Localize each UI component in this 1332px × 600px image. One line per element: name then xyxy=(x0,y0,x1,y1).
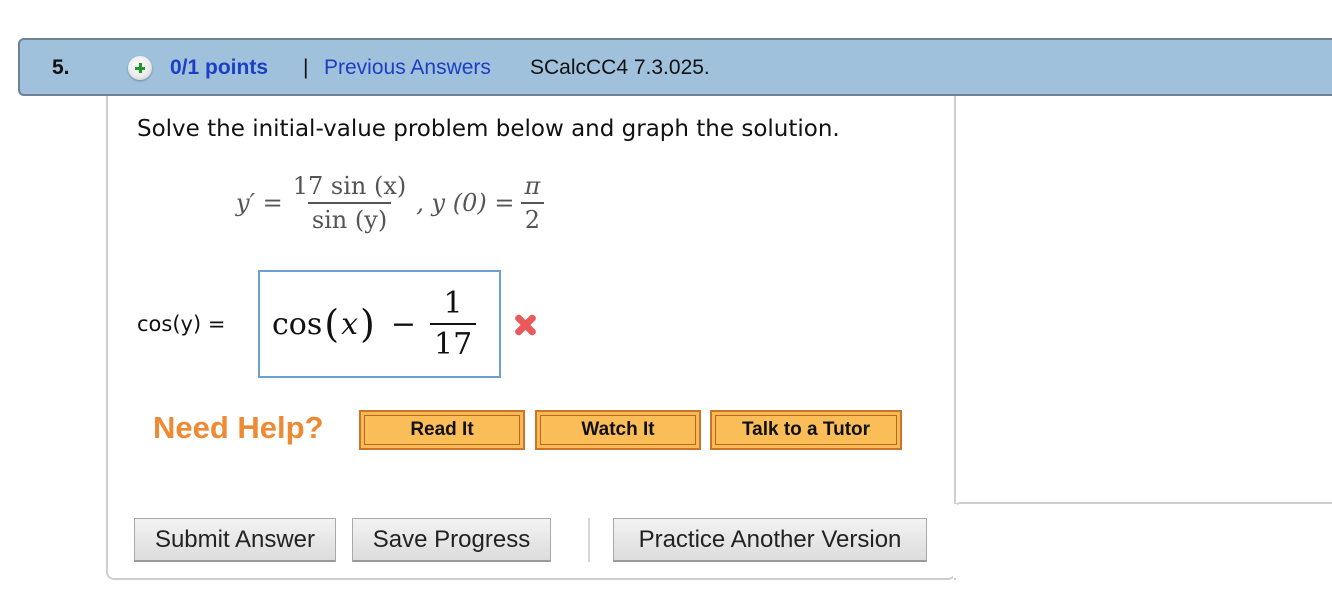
adjacent-panel-frame xyxy=(954,502,1332,580)
equation-denominator: sin (y) xyxy=(307,202,392,234)
need-help-heading: Need Help? xyxy=(153,410,324,445)
previous-answers-link[interactable]: Previous Answers xyxy=(324,56,491,80)
problem-equation: y′ = 17 sin (x) sin (y) , y (0) = π 2 xyxy=(236,160,550,246)
plus-circle-icon[interactable] xyxy=(128,56,152,80)
submit-answer-button[interactable]: Submit Answer xyxy=(134,518,336,562)
question-number: 5. xyxy=(52,56,70,79)
save-progress-button[interactable]: Save Progress xyxy=(352,518,551,562)
watch-it-label: Watch It xyxy=(540,415,696,445)
read-it-label: Read It xyxy=(364,415,520,445)
answer-frac-den: 17 xyxy=(429,323,477,362)
condition-numerator: π xyxy=(524,172,541,200)
points-link[interactable]: 0/1 points xyxy=(170,56,268,80)
initial-condition-fraction: π 2 xyxy=(520,172,544,234)
answer-fraction: 1 17 xyxy=(429,286,477,362)
answer-minus: − xyxy=(390,306,416,342)
talk-to-tutor-button[interactable]: Talk to a Tutor xyxy=(710,410,902,450)
frame-joint xyxy=(953,504,957,578)
button-divider xyxy=(588,518,590,562)
talk-to-tutor-label: Talk to a Tutor xyxy=(715,415,897,445)
answer-input[interactable]: cos ( x ) − 1 17 xyxy=(258,270,501,378)
practice-another-version-button[interactable]: Practice Another Version xyxy=(613,518,927,562)
answer-var: x xyxy=(341,306,359,342)
answer-func: cos xyxy=(272,306,323,342)
red-x-icon xyxy=(510,310,540,340)
answer-open-paren: ( xyxy=(324,302,340,346)
answer-frac-num: 1 xyxy=(443,286,463,321)
equation-numerator: 17 sin (x) xyxy=(292,172,407,200)
answer-label: cos(y) = xyxy=(137,312,226,336)
watch-it-button[interactable]: Watch It xyxy=(535,410,701,450)
question-source: SCalcCC4 7.3.025. xyxy=(530,56,710,79)
equation-lhs: y′ = xyxy=(236,189,283,217)
equation-fraction: 17 sin (x) sin (y) xyxy=(289,172,411,234)
header-separator: | xyxy=(303,56,309,79)
question-header: 5. 0/1 points | Previous Answers SCalcCC… xyxy=(18,38,1332,96)
problem-prompt: Solve the initial-value problem below an… xyxy=(137,116,840,142)
initial-condition: , y (0) = xyxy=(416,189,515,217)
condition-denominator: 2 xyxy=(520,202,544,234)
read-it-button[interactable]: Read It xyxy=(359,410,525,450)
answer-close-paren: ) xyxy=(360,302,375,346)
